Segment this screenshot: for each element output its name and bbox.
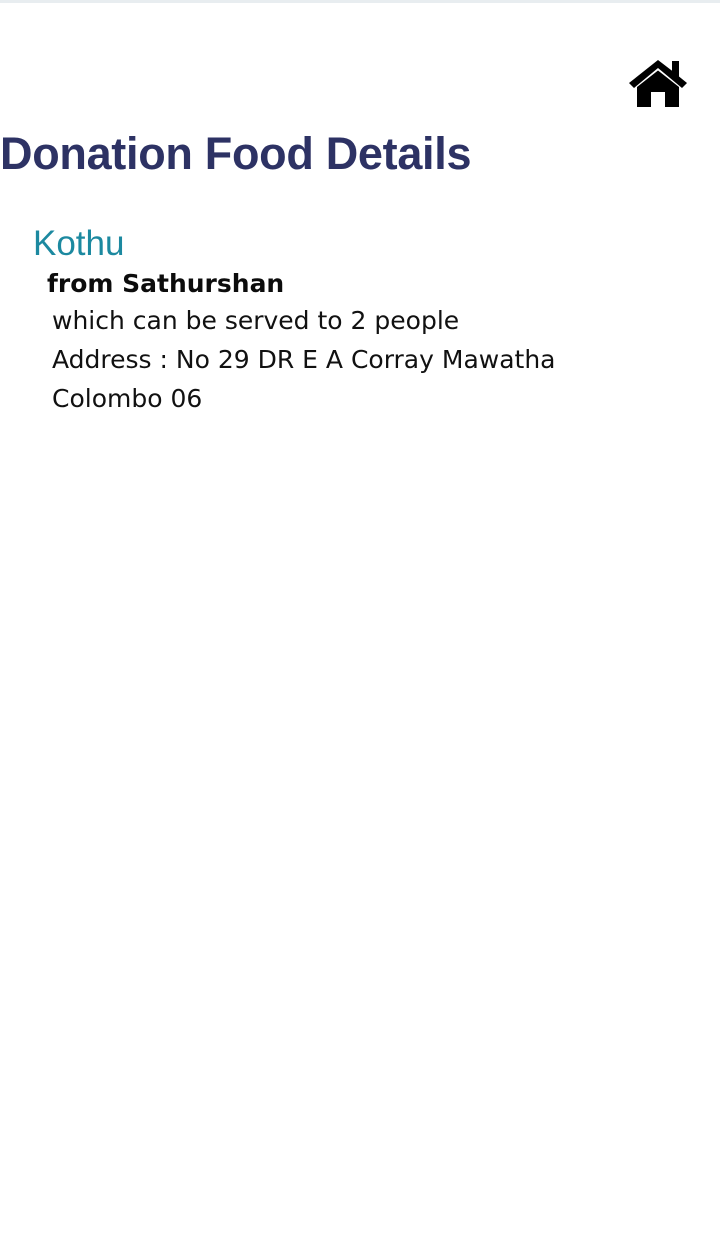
city-text: Colombo 06 (52, 384, 203, 413)
donor-name: from Sathurshan (47, 269, 285, 298)
address-text: Address : No 29 DR E A Corray Mawatha (52, 345, 556, 374)
servings-text: which can be served to 2 people (52, 306, 460, 335)
home-button[interactable] (627, 58, 689, 108)
home-icon (627, 58, 689, 108)
top-divider (0, 0, 720, 3)
page-title: Donation Food Details (0, 128, 472, 179)
food-name: Kothu (33, 224, 125, 263)
